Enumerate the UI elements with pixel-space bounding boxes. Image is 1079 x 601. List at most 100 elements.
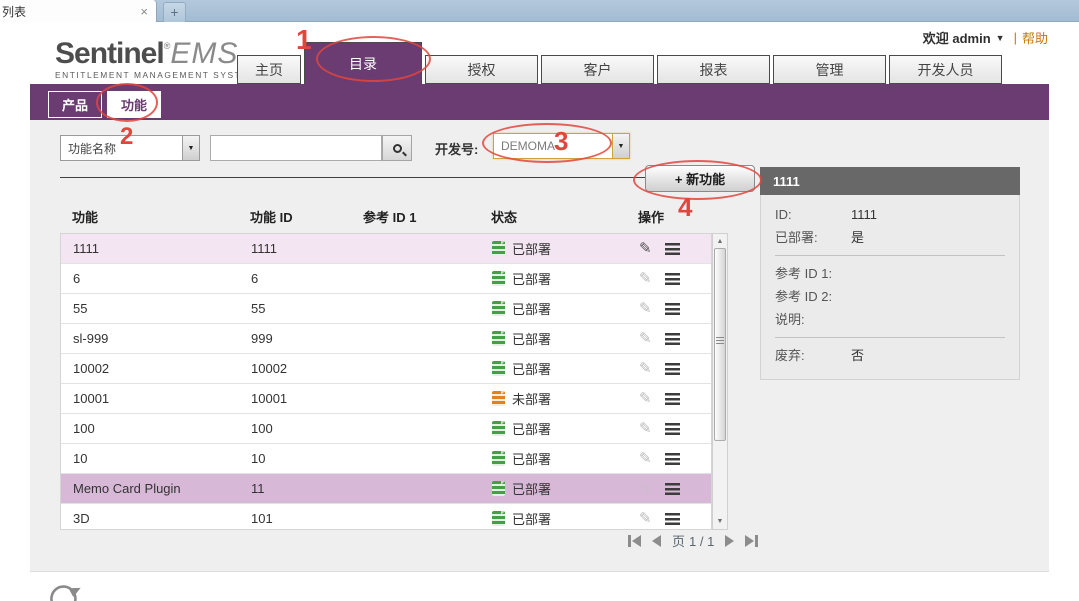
search-field-select-arrow-icon[interactable]: ▼	[182, 136, 199, 160]
edit-pencil-icon[interactable]: ✎	[639, 511, 652, 526]
search-button[interactable]	[382, 135, 412, 161]
toolbar-separator	[60, 177, 646, 178]
status-label: 未部署	[512, 389, 551, 408]
row-menu-icon[interactable]	[665, 273, 680, 285]
subnav-band: 产品功能	[30, 84, 1049, 120]
column-header-4: 操作	[633, 207, 700, 226]
table-row[interactable]: 11111111已部署✎	[61, 234, 711, 264]
edit-pencil-icon[interactable]: ✎	[639, 451, 652, 466]
cell-actions: ✎	[634, 361, 701, 376]
nav-tab-0[interactable]: 主页	[237, 55, 301, 84]
detail-field: 参考 ID 2:	[775, 285, 1005, 308]
new-tab-button[interactable]: +	[163, 2, 186, 22]
status-deployed-icon	[492, 481, 505, 496]
table-row[interactable]: 1010已部署✎	[61, 444, 711, 474]
edit-pencil-icon[interactable]: ✎	[639, 391, 652, 406]
table-row[interactable]: 100100已部署✎	[61, 414, 711, 444]
refresh-icon[interactable]	[46, 580, 84, 601]
cell-feature-name: 6	[61, 271, 251, 286]
developer-select-value: DEMOMA	[494, 139, 612, 153]
edit-pencil-icon[interactable]: ✎	[639, 241, 652, 256]
row-menu-icon[interactable]	[665, 483, 680, 495]
sub-tab-1[interactable]: 功能	[107, 91, 161, 118]
edit-pencil-icon[interactable]: ✎	[639, 301, 652, 316]
developer-select[interactable]: DEMOMA ▼	[493, 133, 630, 159]
status-label: 已部署	[512, 509, 551, 528]
status-label: 已部署	[512, 269, 551, 288]
row-menu-icon[interactable]	[665, 393, 680, 405]
scroll-up-icon[interactable]: ▲	[713, 235, 727, 248]
detail-field: 废弃:否	[775, 344, 1005, 367]
table-row[interactable]: 3D101已部署✎	[61, 504, 711, 530]
scroll-down-icon[interactable]: ▼	[713, 515, 727, 528]
user-menu-caret-icon[interactable]: ▼	[996, 33, 1005, 43]
table-row[interactable]: 1000210002已部署✎	[61, 354, 711, 384]
first-page-button[interactable]	[628, 535, 641, 547]
status-label: 已部署	[512, 359, 551, 378]
help-link[interactable]: 帮助	[1022, 28, 1048, 47]
table-row[interactable]: sl-999999已部署✎	[61, 324, 711, 354]
detail-field-value: 1111	[851, 203, 877, 226]
table-row[interactable]: 1000110001未部署✎	[61, 384, 711, 414]
row-menu-icon[interactable]	[665, 423, 680, 435]
cell-feature-id: 55	[251, 301, 364, 316]
developer-label: 开发号:	[435, 139, 478, 158]
row-menu-icon[interactable]	[665, 243, 680, 255]
edit-pencil-icon[interactable]: ✎	[639, 361, 652, 376]
detail-divider	[775, 337, 1005, 338]
nav-tab-4[interactable]: 报表	[657, 55, 770, 84]
cell-feature-id: 10	[251, 451, 364, 466]
nav-tab-5[interactable]: 管理	[773, 55, 886, 84]
search-field-select[interactable]: 功能名称 ▼	[60, 135, 200, 161]
detail-divider	[775, 255, 1005, 256]
cell-status: 未部署	[492, 389, 634, 408]
next-page-button[interactable]	[725, 535, 734, 547]
detail-panel: 1111 ID:1111已部署:是参考 ID 1:参考 ID 2:说明:废弃:否	[760, 167, 1020, 380]
status-label: 已部署	[512, 239, 551, 258]
table-body: 11111111已部署✎66已部署✎5555已部署✎sl-999999已部署✎1…	[60, 233, 712, 530]
tab-close-icon[interactable]: ×	[132, 4, 156, 19]
table-scrollbar[interactable]: ▲ ▼	[712, 233, 728, 530]
row-menu-icon[interactable]	[665, 453, 680, 465]
detail-field-label: 参考 ID 1:	[775, 262, 851, 285]
nav-tab-3[interactable]: 客户	[541, 55, 654, 84]
nav-tab-6[interactable]: 开发人员	[889, 55, 1002, 84]
cell-status: 已部署	[492, 479, 634, 498]
table-header: 功能功能 ID参考 ID 1状态操作	[60, 200, 728, 233]
detail-field-label: 参考 ID 2:	[775, 285, 851, 308]
status-not_deployed-icon	[492, 391, 505, 406]
table-row[interactable]: 66已部署✎	[61, 264, 711, 294]
cell-feature-id: 11	[251, 481, 364, 496]
edit-pencil-icon[interactable]: ✎	[639, 271, 652, 286]
scrollbar-thumb[interactable]	[714, 248, 726, 441]
edit-pencil-icon[interactable]: ✎	[639, 481, 652, 496]
detail-field-label: ID:	[775, 203, 851, 226]
status-deployed-icon	[492, 301, 505, 316]
prev-page-button[interactable]	[652, 535, 661, 547]
cell-actions: ✎	[634, 391, 701, 406]
edit-pencil-icon[interactable]: ✎	[639, 421, 652, 436]
app-logo: Sentinel®EMS ENTITLEMENT MANAGEMENT SYST…	[55, 31, 257, 80]
detail-field-label: 说明:	[775, 308, 851, 331]
row-menu-icon[interactable]	[665, 363, 680, 375]
status-deployed-icon	[492, 361, 505, 376]
nav-tab-2[interactable]: 授权	[425, 55, 538, 84]
browser-tab[interactable]: 列表 ×	[0, 0, 157, 22]
last-page-button[interactable]	[745, 535, 758, 547]
nav-tab-1[interactable]: 目录	[304, 42, 422, 84]
developer-select-arrow-icon[interactable]: ▼	[612, 134, 629, 158]
status-label: 已部署	[512, 479, 551, 498]
table-row[interactable]: 5555已部署✎	[61, 294, 711, 324]
table-row[interactable]: Memo Card Plugin11已部署✎	[61, 474, 711, 504]
row-menu-icon[interactable]	[665, 333, 680, 345]
row-menu-icon[interactable]	[665, 303, 680, 315]
cell-feature-id: 999	[251, 331, 364, 346]
edit-pencil-icon[interactable]: ✎	[639, 331, 652, 346]
status-deployed-icon	[492, 421, 505, 436]
search-input[interactable]	[210, 135, 382, 161]
sub-tab-0[interactable]: 产品	[48, 91, 102, 118]
cell-status: 已部署	[492, 239, 634, 258]
row-menu-icon[interactable]	[665, 513, 680, 525]
cell-status: 已部署	[492, 269, 634, 288]
new-feature-button[interactable]: + 新功能	[645, 165, 755, 192]
